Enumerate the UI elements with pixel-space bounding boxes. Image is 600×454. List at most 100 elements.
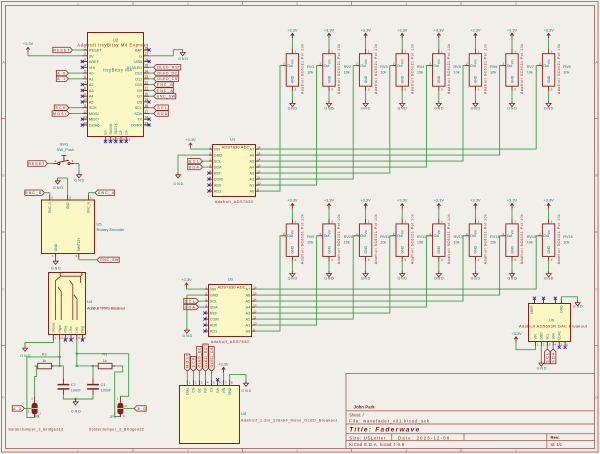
svg-text:Rst: Rst	[204, 388, 208, 393]
svg-text:GND: GND	[573, 305, 583, 309]
svg-text:10k: 10k	[417, 241, 423, 245]
svg-text:14: 14	[83, 121, 87, 125]
svg-text:A4: A4	[250, 166, 255, 170]
svg-text:VIN: VIN	[214, 148, 221, 152]
svg-text:SCL: SCL	[185, 300, 195, 304]
svg-text:GND: GND	[74, 178, 84, 182]
svg-text:10k: 10k	[454, 70, 460, 74]
svg-text:MOSI: MOSI	[89, 112, 99, 116]
svg-text:ENC_A: ENC_A	[98, 191, 115, 195]
svg-text:SW1: SW1	[60, 142, 68, 147]
svg-text:ENC_A: ENC_A	[48, 201, 52, 213]
svg-text:8: 8	[84, 87, 86, 91]
svg-text:ADS7830 ADC: ADS7830 ADC	[218, 285, 246, 290]
svg-text:24: 24	[145, 69, 149, 73]
svg-text:GND: GND	[241, 389, 251, 393]
svg-text:GND: GND	[178, 57, 188, 61]
svg-text:+3.3V: +3.3V	[218, 361, 229, 366]
svg-text:27: 27	[145, 52, 149, 56]
svg-text:A1: A1	[89, 77, 94, 81]
svg-text:U4: U4	[87, 299, 93, 304]
svg-text:SDA: SDA	[185, 306, 196, 310]
svg-text:ENC_SW: ENC_SW	[100, 258, 119, 262]
svg-text:Data: Data	[186, 388, 190, 395]
svg-text:ENC_B: ENC_B	[25, 191, 42, 195]
svg-text:A3: A3	[246, 312, 251, 316]
svg-text:GND: GND	[71, 409, 81, 413]
svg-text:D4: D4	[124, 130, 128, 134]
svg-text:Size: USLetter: Size: USLetter	[349, 435, 386, 440]
svg-text:SW_Push: SW_Push	[57, 147, 74, 152]
svg-text:4: 4	[406, 449, 408, 453]
svg-text:SCL: SCL	[157, 106, 167, 110]
svg-text:G: G	[139, 54, 142, 58]
svg-text:20: 20	[145, 93, 149, 97]
svg-text:REF: REF	[210, 312, 218, 316]
svg-text:RV3: RV3	[380, 65, 387, 69]
svg-text:CS: CS	[210, 387, 214, 392]
svg-text:SDA: SDA	[189, 166, 200, 170]
svg-text:LSw: LSw	[69, 326, 73, 333]
svg-text:10k: 10k	[527, 70, 533, 74]
svg-text:RV2: RV2	[344, 65, 351, 69]
svg-text:Rotary Encoder: Rotary Encoder	[97, 227, 126, 232]
svg-text:GND: GND	[540, 332, 544, 340]
svg-text:D5: D5	[137, 100, 142, 104]
svg-text:13: 13	[83, 116, 87, 120]
svg-text:100nF: 100nF	[101, 389, 112, 393]
svg-text:SCL: SCL	[546, 353, 550, 363]
svg-text:AD1: AD1	[214, 190, 221, 194]
svg-text:A2: A2	[246, 318, 251, 322]
svg-text:SCL: SCL	[135, 106, 142, 110]
svg-text:RESET: RESET	[28, 162, 45, 166]
svg-text:SCL: SCL	[214, 160, 221, 164]
svg-text:RV13: RV13	[454, 235, 463, 239]
svg-text:Ring: Ring	[81, 326, 85, 333]
svg-text:RV4: RV4	[417, 65, 424, 69]
svg-text:25: 25	[145, 64, 149, 68]
svg-text:1k: 1k	[103, 359, 107, 363]
svg-text:17: 17	[117, 138, 121, 142]
svg-text:1k: 1k	[42, 359, 46, 363]
svg-text:AD0: AD0	[210, 324, 217, 328]
svg-text:BAT: BAT	[135, 49, 143, 53]
svg-text:23: 23	[145, 75, 149, 79]
svg-text:A6: A6	[246, 294, 251, 298]
svg-text:DC: DC	[198, 387, 202, 392]
svg-text:GND: GND	[173, 182, 183, 186]
svg-text:5: 5	[515, 449, 517, 453]
svg-text:OLED_DC: OLED_DC	[157, 72, 177, 76]
svg-text:Rev:: Rev:	[551, 435, 560, 440]
svg-text:Adafruit_1.3in_128x64_Mono_OLE: Adafruit_1.3in_128x64_Mono_OLED_Breakout	[241, 418, 337, 422]
svg-text:USB: USB	[134, 60, 142, 64]
svg-text:OLED_RST: OLED_RST	[204, 344, 208, 368]
svg-text:3: 3	[296, 2, 298, 6]
svg-text:SCK: SCK	[192, 357, 196, 368]
svg-text:A0: A0	[246, 330, 251, 334]
svg-text:RV15: RV15	[527, 235, 536, 239]
svg-text:D10: D10	[135, 83, 142, 87]
svg-text:ENC_B: ENC_B	[157, 83, 174, 87]
svg-text:OLED_RST: OLED_RST	[157, 66, 181, 70]
svg-text:A4: A4	[89, 95, 94, 99]
svg-text:RV10: RV10	[344, 235, 353, 239]
svg-text:D7: D7	[137, 95, 142, 99]
svg-text:MOSI: MOSI	[186, 355, 190, 368]
svg-text:SCK: SCK	[89, 106, 97, 110]
svg-text:1: 1	[84, 46, 86, 50]
svg-text:GND: GND	[560, 305, 564, 313]
svg-text:AREF: AREF	[89, 60, 100, 64]
svg-text:1: 1	[77, 449, 79, 453]
svg-text:4: 4	[406, 2, 408, 6]
svg-text:19: 19	[127, 138, 131, 142]
svg-text:Adafruit AD5693R DAC Breakout: Adafruit AD5693R DAC Breakout	[519, 323, 588, 328]
svg-text:10: 10	[83, 98, 87, 102]
svg-text:GND: GND	[66, 202, 70, 210]
svg-text:SDA: SDA	[551, 332, 555, 339]
svg-text:GND: GND	[537, 366, 547, 370]
svg-text:GND: GND	[228, 387, 232, 395]
svg-text:9: 9	[84, 93, 86, 97]
svg-text:2: 2	[187, 2, 189, 6]
svg-text:SDA: SDA	[210, 306, 218, 310]
svg-text:SCL: SCL	[210, 300, 217, 304]
